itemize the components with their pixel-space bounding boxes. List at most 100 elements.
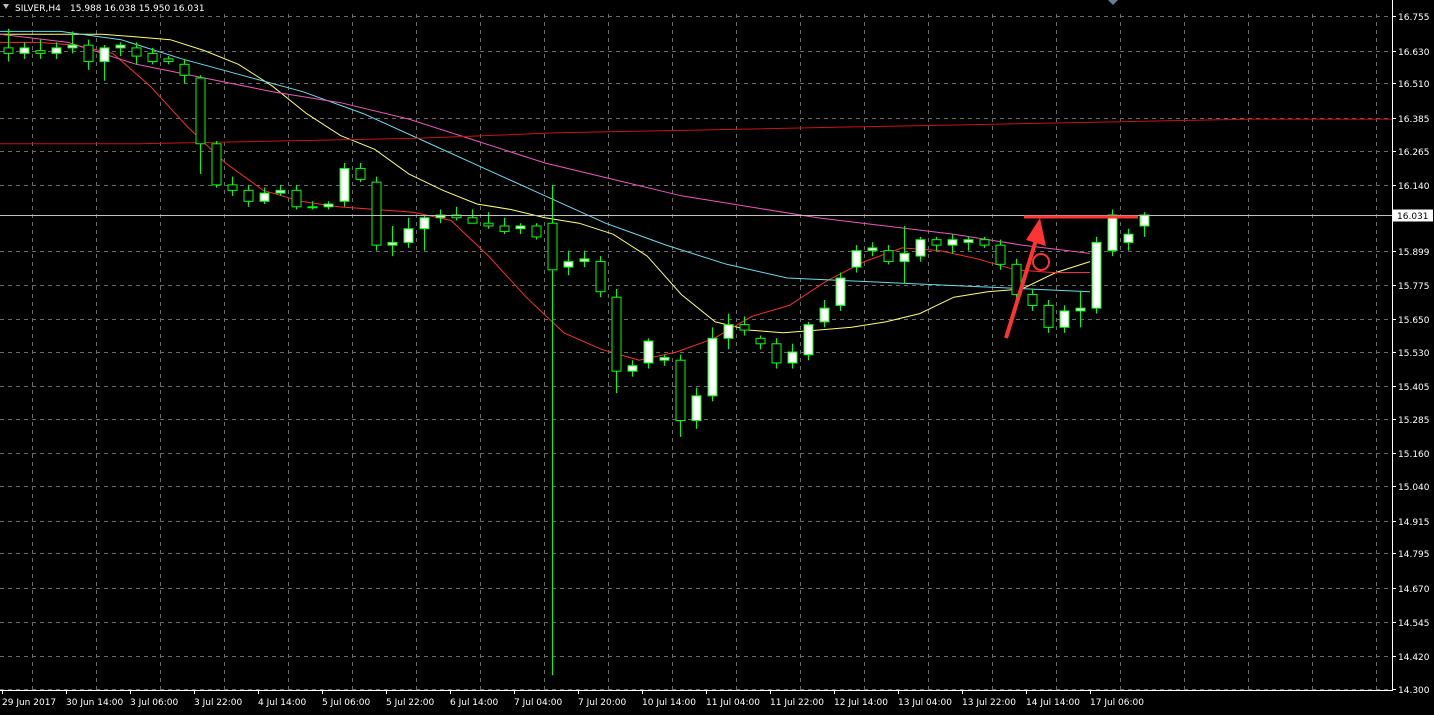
candle-body-bear bbox=[355, 167, 366, 180]
collapse-triangle-icon[interactable] bbox=[3, 4, 9, 9]
candle-body-bull bbox=[899, 252, 910, 263]
candle-body-bear bbox=[83, 44, 94, 63]
current-price-marker: 16.031 bbox=[1393, 209, 1433, 222]
candle-body-bull bbox=[963, 239, 974, 243]
candle-body-bear bbox=[3, 47, 14, 54]
candle-body-bear bbox=[227, 184, 238, 191]
x-tick-label: 5 Jul 22:00 bbox=[386, 698, 435, 708]
candle-body-bull bbox=[259, 192, 270, 202]
current-price-label: 16.031 bbox=[1397, 212, 1429, 222]
candle-body-bull bbox=[115, 44, 126, 49]
candle-body-bear bbox=[195, 77, 206, 145]
candle-body-bull bbox=[1123, 233, 1134, 243]
candle-body-bear bbox=[1027, 293, 1038, 306]
scroll-marker-icon[interactable] bbox=[1108, 0, 1118, 5]
price-chart[interactable]: 16.755 16.630 16.510 16.385 16.265 16.140 15.8… bbox=[0, 0, 1434, 715]
y-tick-label: 15.775 bbox=[1398, 282, 1430, 292]
x-tick-label: 11 Jul 22:00 bbox=[770, 698, 824, 708]
candle-body-bear bbox=[595, 261, 606, 293]
y-tick-label: 15.530 bbox=[1398, 349, 1430, 359]
y-tick-label: 15.285 bbox=[1398, 416, 1430, 426]
y-tick-label: 14.915 bbox=[1398, 518, 1430, 528]
candle-body-bull bbox=[323, 203, 334, 208]
y-tick-label: 15.899 bbox=[1398, 248, 1430, 258]
candle-body-bull bbox=[307, 206, 318, 209]
y-tick-label: 16.510 bbox=[1398, 80, 1430, 90]
candle-body-bull bbox=[659, 356, 670, 361]
candle-body-bull bbox=[19, 47, 30, 54]
y-tick-label: 14.300 bbox=[1398, 686, 1430, 696]
candle-body-bull bbox=[51, 47, 62, 54]
x-tick-label: 13 Jul 22:00 bbox=[962, 698, 1016, 708]
y-tick-label: 15.650 bbox=[1398, 316, 1430, 326]
candle-body-bull bbox=[627, 365, 638, 372]
candle-body-bear bbox=[931, 239, 942, 246]
candle-body-bear bbox=[467, 217, 478, 224]
symbol-label: SILVER,H4 bbox=[15, 4, 61, 14]
candle-body-bull bbox=[563, 261, 574, 268]
x-tick-label: 30 Jun 14:00 bbox=[66, 698, 123, 708]
candle-body-bear bbox=[147, 52, 158, 63]
candle-body-bear bbox=[979, 239, 990, 246]
candle-body-bear bbox=[1043, 304, 1054, 328]
chart-header: SILVER,H4 15.988 16.038 15.950 16.031 bbox=[3, 4, 205, 14]
candle-body-bear bbox=[131, 47, 142, 57]
candle-body-bear bbox=[483, 222, 494, 227]
candle-body-bull bbox=[1075, 307, 1086, 312]
candle-body-bull bbox=[867, 247, 878, 252]
x-tick-label: 7 Jul 20:00 bbox=[578, 698, 627, 708]
candle-body-bear bbox=[611, 296, 622, 372]
candle-body-bull bbox=[1107, 214, 1118, 252]
candle-body-bear bbox=[771, 343, 782, 364]
y-tick-label: 16.630 bbox=[1398, 48, 1430, 58]
x-tick-label: 13 Jul 04:00 bbox=[898, 698, 952, 708]
candle-body-bull bbox=[851, 250, 862, 268]
candle-body-bear bbox=[179, 63, 190, 76]
price-axis: 16.755 16.630 16.510 16.385 16.265 16.140 15.8… bbox=[1392, 13, 1430, 696]
arrow-loop bbox=[1032, 253, 1050, 271]
x-tick-label: 3 Jul 22:00 bbox=[194, 698, 243, 708]
candle-body-bull bbox=[787, 351, 798, 364]
candle-body-bear bbox=[35, 50, 46, 54]
y-tick-label: 14.545 bbox=[1398, 619, 1430, 629]
candle-body-bear bbox=[243, 189, 254, 202]
candle-body-bull bbox=[579, 258, 590, 263]
y-tick-label: 14.420 bbox=[1398, 653, 1430, 663]
x-tick-label: 11 Jul 04:00 bbox=[706, 698, 760, 708]
y-tick-label: 16.385 bbox=[1398, 115, 1430, 125]
candle-body-bear bbox=[755, 337, 766, 345]
candle-body-bull bbox=[1091, 241, 1102, 309]
y-tick-label: 15.405 bbox=[1398, 383, 1430, 393]
x-tick-label: 14 Jul 14:00 bbox=[1026, 698, 1080, 708]
ohlc-readout: 15.988 16.038 15.950 16.031 bbox=[70, 4, 205, 14]
candle-body-bear bbox=[291, 189, 302, 208]
candle-body-bear bbox=[163, 58, 174, 63]
x-tick-label: 4 Jul 14:00 bbox=[258, 698, 307, 708]
x-tick-label: 7 Jul 04:00 bbox=[514, 698, 563, 708]
candle-body-bull bbox=[947, 239, 958, 246]
candle-body-bear bbox=[371, 181, 382, 246]
candle-body-bull bbox=[515, 225, 526, 230]
candle-body-bear bbox=[995, 244, 1006, 265]
x-tick-label: 6 Jul 14:00 bbox=[450, 698, 499, 708]
candle-body-bull bbox=[803, 324, 814, 356]
candle-body-bull bbox=[915, 239, 926, 257]
y-tick-label: 15.160 bbox=[1398, 450, 1430, 460]
y-tick-label: 16.265 bbox=[1398, 148, 1430, 158]
candle-body-bull bbox=[99, 47, 110, 63]
y-tick-label: 14.670 bbox=[1398, 585, 1430, 595]
candle-body-bull bbox=[691, 395, 702, 421]
candle-body-bull bbox=[275, 189, 286, 194]
x-tick-label: 12 Jul 14:00 bbox=[834, 698, 888, 708]
candle-body-bull bbox=[1139, 214, 1150, 227]
y-tick-label: 16.755 bbox=[1398, 13, 1430, 23]
candle-body-bear bbox=[547, 222, 558, 271]
candle-body-bear bbox=[675, 359, 686, 421]
candle-body-bull bbox=[707, 337, 718, 397]
candle-body-bear bbox=[211, 143, 222, 186]
candle-body-bull bbox=[835, 277, 846, 306]
ma-darkred-line bbox=[0, 118, 1392, 145]
moving-averages bbox=[0, 30, 1392, 361]
x-tick-label: 3 Jul 06:00 bbox=[130, 698, 179, 708]
candle-body-bull bbox=[387, 241, 398, 246]
